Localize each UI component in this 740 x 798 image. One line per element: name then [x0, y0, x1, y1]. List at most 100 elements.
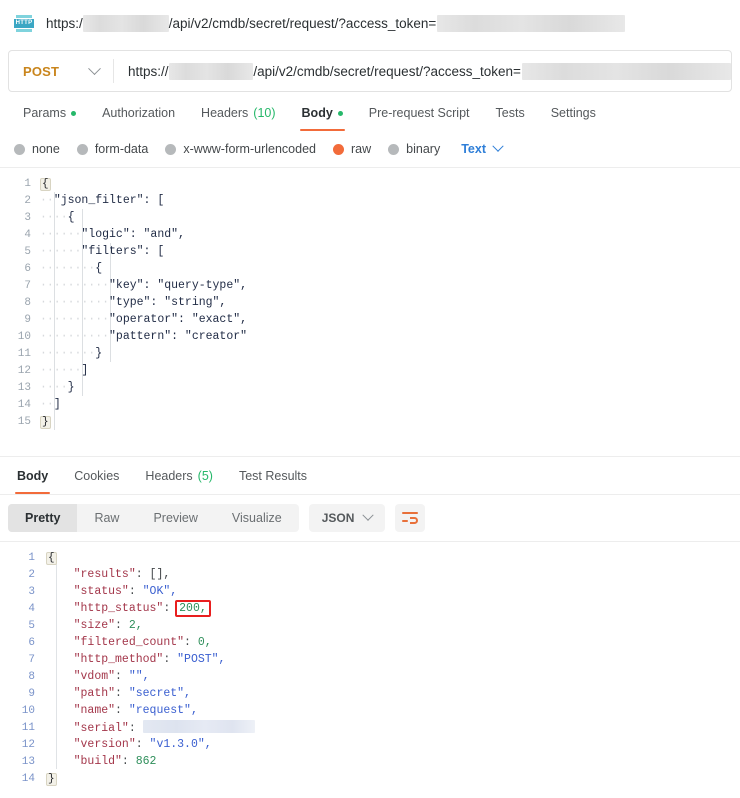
- json-colon: :: [115, 619, 129, 632]
- response-tab-body-label: Body: [17, 469, 48, 483]
- response-tab-body[interactable]: Body: [4, 469, 61, 494]
- line-number: 14: [0, 773, 46, 785]
- json-key: "version": [74, 738, 136, 751]
- tab-tests[interactable]: Tests: [483, 106, 538, 131]
- tab-settings[interactable]: Settings: [538, 106, 609, 131]
- code-text: "results": [],: [46, 568, 740, 581]
- response-format-select[interactable]: JSON: [309, 504, 386, 532]
- line-number: 10: [0, 331, 40, 343]
- request-url-host-redacted: [169, 63, 254, 80]
- request-code-line: 3····{: [0, 209, 740, 226]
- top-url-display: HTTP https://api/v2/cmdb/secret/request/…: [0, 0, 740, 46]
- tab-authorization[interactable]: Authorization: [89, 106, 188, 131]
- response-tab-test-results[interactable]: Test Results: [226, 469, 320, 494]
- indent-dots: ··········: [40, 296, 109, 309]
- body-mode-none[interactable]: none: [14, 142, 60, 156]
- indent-dots: ··: [40, 194, 54, 207]
- code-token: "logic": "and",: [81, 228, 185, 241]
- unsaved-dot-icon: [338, 111, 343, 116]
- line-number: 13: [0, 756, 46, 768]
- code-token: }: [68, 381, 75, 394]
- code-token: {: [68, 211, 75, 224]
- highlight-annotation: 200,: [175, 600, 211, 617]
- json-colon: :: [129, 585, 143, 598]
- tab-tests-label: Tests: [496, 106, 525, 120]
- response-body-viewer[interactable]: 1{2 "results": [],3 "status": "OK",4 "ht…: [0, 541, 740, 787]
- body-mode-form-data[interactable]: form-data: [77, 142, 149, 156]
- body-mode-urlencoded-label: x-www-form-urlencoded: [183, 142, 316, 156]
- request-body-editor[interactable]: 1{2··"json_filter": [3····{4······"logic…: [0, 167, 740, 430]
- indent-dots: ··········: [40, 313, 109, 326]
- request-code-line: 5······"filters": [: [0, 243, 740, 260]
- json-value: 2,: [129, 619, 143, 632]
- http-method-label: POST: [23, 64, 59, 79]
- body-format-select[interactable]: Text: [461, 142, 502, 156]
- tab-body[interactable]: Body: [289, 106, 356, 131]
- indent-dots: ······: [40, 228, 81, 241]
- view-visualize-button[interactable]: Visualize: [215, 504, 299, 532]
- line-number: 8: [0, 671, 46, 683]
- response-tab-headers-count: (5): [198, 469, 213, 483]
- tab-headers-count: (10): [253, 106, 275, 120]
- tab-headers[interactable]: Headers (10): [188, 106, 288, 131]
- indent-dots: ··········: [40, 279, 109, 292]
- tab-headers-label: Headers: [201, 106, 248, 120]
- indent-space: [46, 670, 74, 683]
- tab-pre-request-script[interactable]: Pre-request Script: [356, 106, 483, 131]
- http-protocol-icon: HTTP: [14, 15, 34, 32]
- response-tab-headers[interactable]: Headers (5): [132, 469, 226, 494]
- wrap-text-icon[interactable]: [395, 504, 425, 532]
- json-value: 200,: [179, 602, 207, 615]
- line-number: 7: [0, 280, 40, 292]
- response-code-line: 1{: [0, 549, 740, 566]
- response-tab-headers-label: Headers: [145, 469, 192, 483]
- response-code-line: 14}: [0, 770, 740, 787]
- indent-space: [46, 704, 74, 717]
- top-url-prefix: https:/: [46, 16, 83, 31]
- code-text: "name": "request",: [46, 704, 740, 717]
- request-url-input[interactable]: https:///api/v2/cmdb/secret/request/?acc…: [114, 51, 731, 91]
- line-number: 14: [0, 399, 40, 411]
- json-value: "v1.3.0",: [150, 738, 212, 751]
- response-tab-bar: Body Cookies Headers (5) Test Results: [0, 457, 740, 494]
- indent-space: [46, 602, 74, 615]
- code-token: "pattern": "creator": [109, 330, 247, 343]
- code-text: ··········"operator": "exact",: [40, 313, 740, 326]
- code-text: ········}: [40, 347, 740, 360]
- body-mode-raw[interactable]: raw: [333, 142, 371, 156]
- tab-params-label: Params: [23, 106, 66, 120]
- code-text: }: [40, 415, 740, 429]
- response-code-line: 3 "status": "OK",: [0, 583, 740, 600]
- code-text: {: [46, 551, 740, 565]
- line-number: 5: [0, 620, 46, 632]
- view-preview-button[interactable]: Preview: [136, 504, 214, 532]
- code-text: "filtered_count": 0,: [46, 636, 740, 649]
- response-tab-cookies-label: Cookies: [74, 469, 119, 483]
- view-raw-button[interactable]: Raw: [77, 504, 136, 532]
- line-number: 4: [0, 603, 46, 615]
- json-value: "OK",: [143, 585, 178, 598]
- json-colon: :: [136, 738, 150, 751]
- code-text: ······]: [40, 364, 740, 377]
- code-token: ]: [54, 398, 61, 411]
- body-mode-urlencoded[interactable]: x-www-form-urlencoded: [165, 142, 316, 156]
- chevron-down-icon: [492, 141, 503, 152]
- response-tab-cookies[interactable]: Cookies: [61, 469, 132, 494]
- body-mode-none-label: none: [32, 142, 60, 156]
- line-number: 13: [0, 382, 40, 394]
- indent-space: [46, 619, 74, 632]
- line-number: 4: [0, 229, 40, 241]
- brace-token: {: [46, 552, 57, 565]
- http-method-select[interactable]: POST: [9, 51, 113, 91]
- json-colon: :: [115, 704, 129, 717]
- view-pretty-button[interactable]: Pretty: [8, 504, 77, 532]
- top-url-token-redacted: [437, 15, 625, 32]
- code-text: "build": 862: [46, 755, 740, 768]
- tab-params[interactable]: Params: [10, 106, 89, 131]
- body-mode-binary[interactable]: binary: [388, 142, 440, 156]
- code-text: "size": 2,: [46, 619, 740, 632]
- code-text: "serial":: [46, 720, 740, 735]
- code-text: {: [40, 177, 740, 191]
- request-url-token-redacted: [522, 63, 731, 80]
- indent-space: [46, 738, 74, 751]
